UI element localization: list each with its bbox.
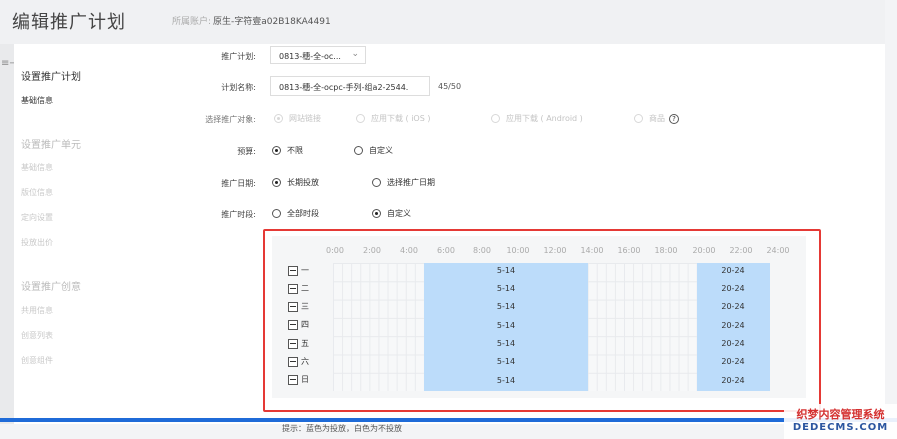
radio-label: 全部时段 xyxy=(287,209,319,218)
plan-name-input[interactable]: 0813-穗-全-ocpc-手列-组a2-2544. xyxy=(270,76,430,96)
date-radio-longterm[interactable]: 长期投放 xyxy=(272,177,319,188)
page-title: 编辑推广计划 xyxy=(12,12,126,33)
sidebar-section-unit[interactable]: 设置推广单元 xyxy=(21,136,81,151)
target-radio-website: 网站链接 xyxy=(274,113,321,124)
radio-label: 自定义 xyxy=(369,146,393,155)
progress-bar xyxy=(0,418,897,422)
watermark-line1: 织梦内容管理系统 xyxy=(796,408,885,421)
sidebar-item-plan-basic[interactable]: 基础信息 xyxy=(21,95,53,106)
date-radio-select[interactable]: 选择推广日期 xyxy=(372,177,435,188)
sidebar-section-creative[interactable]: 设置推广创意 xyxy=(21,278,81,293)
chevron-down-icon: ⌄ xyxy=(351,49,359,59)
radio-dot xyxy=(272,178,281,187)
radio-dot xyxy=(634,114,643,123)
account-label: 所属账户: xyxy=(172,17,212,27)
sidebar-item-shared-info[interactable]: 共用信息 xyxy=(21,305,53,316)
sidebar-item-unit-basic[interactable]: 基础信息 xyxy=(21,162,53,173)
sidebar-item-placement[interactable]: 版位信息 xyxy=(21,187,53,198)
target-label: 选择推广对象: xyxy=(205,115,256,124)
target-radio-ios: 应用下载 ( iOS ) xyxy=(356,113,430,124)
target-radio-android: 应用下载 ( Android ) xyxy=(491,113,583,124)
budget-radio-unlimited[interactable]: 不限 xyxy=(272,145,303,156)
schedule-hint: 提示：蓝色为投放，白色为不投放 xyxy=(282,424,402,433)
radio-label: 网站链接 xyxy=(289,114,321,123)
header: 编辑推广计划 所属账户: 原生-字符壹a02B18KA4491 xyxy=(0,0,885,44)
account-value: 原生-字符壹a02B18KA4491 xyxy=(213,17,331,27)
help-icon[interactable]: ? xyxy=(669,113,679,124)
watermark-line2: DEDECMS.COM xyxy=(792,422,889,433)
sidebar-item-targeting[interactable]: 定向设置 xyxy=(21,212,53,223)
radio-label: 应用下载 ( Android ) xyxy=(506,114,583,123)
budget-radio-custom[interactable]: 自定义 xyxy=(354,145,393,156)
radio-dot xyxy=(354,146,363,155)
target-radio-product: 商品? xyxy=(634,113,679,124)
account-info: 所属账户: 原生-字符壹a02B18KA4491 xyxy=(172,14,331,27)
radio-dot xyxy=(272,209,281,218)
radio-dot xyxy=(372,209,381,218)
radio-dot xyxy=(356,114,365,123)
annotation-highlight-box xyxy=(263,229,821,412)
collapse-strip xyxy=(0,44,14,424)
period-label: 推广时段: xyxy=(221,210,256,219)
budget-label: 预算: xyxy=(237,147,256,156)
radio-label: 商品 xyxy=(649,114,665,123)
plan-name-counter: 45/50 xyxy=(438,82,462,91)
sidebar-item-creative-list[interactable]: 创意列表 xyxy=(21,330,53,341)
plan-label: 推广计划: xyxy=(221,52,256,61)
period-radio-all[interactable]: 全部时段 xyxy=(272,208,319,219)
plan-name-label: 计划名称: xyxy=(221,83,256,92)
sidebar-item-creative-components[interactable]: 创意组件 xyxy=(21,355,53,366)
sidebar-section-plan[interactable]: 设置推广计划 xyxy=(21,68,81,83)
plan-select-value: 0813-穗-全-oc... xyxy=(279,52,341,61)
radio-label: 选择推广日期 xyxy=(387,178,435,187)
radio-dot xyxy=(372,178,381,187)
plan-select[interactable]: 0813-穗-全-oc... ⌄ xyxy=(270,46,366,64)
radio-label: 自定义 xyxy=(387,209,411,218)
radio-dot xyxy=(272,146,281,155)
radio-dot xyxy=(274,114,283,123)
period-radio-custom[interactable]: 自定义 xyxy=(372,208,411,219)
radio-label: 长期投放 xyxy=(287,178,319,187)
radio-dot xyxy=(491,114,500,123)
sidebar-item-bidding[interactable]: 投放出价 xyxy=(21,237,53,248)
radio-label: 不限 xyxy=(287,146,303,155)
radio-label: 应用下载 ( iOS ) xyxy=(371,114,431,123)
date-label: 推广日期: xyxy=(221,179,256,188)
watermark: 织梦内容管理系统 DEDECMS.COM xyxy=(784,404,897,439)
